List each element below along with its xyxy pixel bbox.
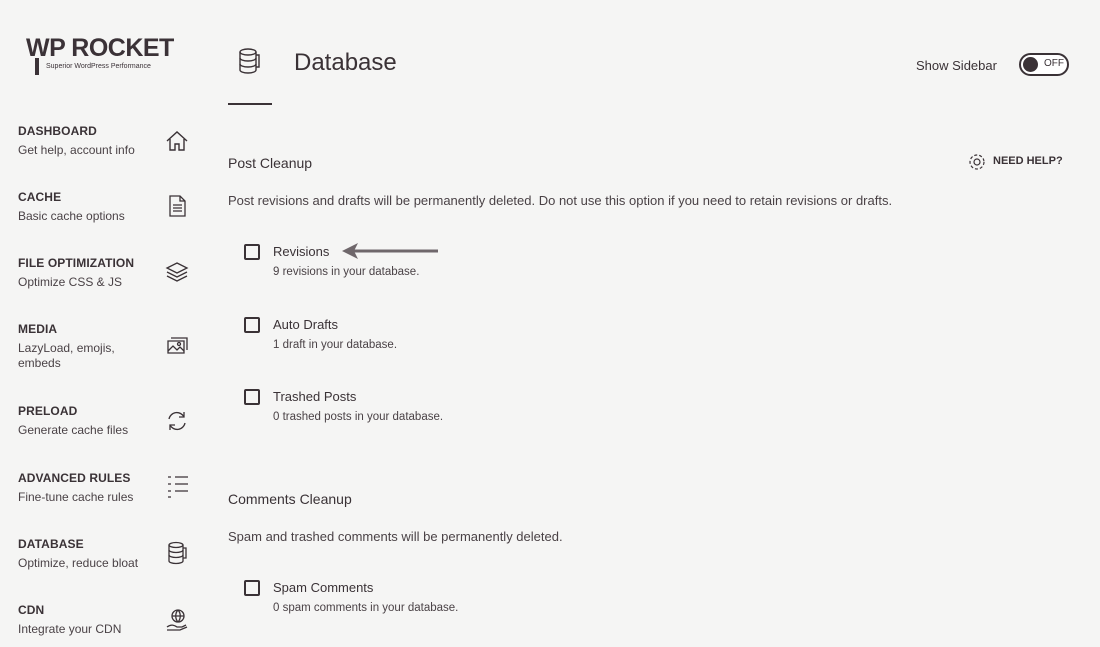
sidebar-item-title: PRELOAD — [18, 404, 78, 418]
option-label: Spam Comments — [273, 580, 374, 595]
globe-hand-icon — [166, 609, 188, 631]
sidebar-item-title: MEDIA — [18, 322, 58, 336]
toggle-state-label: OFF — [1044, 58, 1064, 69]
database-icon — [239, 48, 260, 74]
auto-drafts-checkbox[interactable] — [244, 317, 260, 333]
home-icon — [166, 131, 188, 151]
option-desc: 1 draft in your database. — [273, 339, 398, 351]
sidebar-item-title: ADVANCED RULES — [18, 471, 131, 485]
comments-cleanup-description: Spam and trashed comments will be perman… — [228, 529, 563, 544]
document-icon — [169, 195, 186, 217]
database-icon — [168, 541, 187, 565]
sidebar-item-advanced-rules[interactable]: ADVANCED RULES Fine-tune cache rules — [0, 471, 205, 529]
sidebar-item-preload[interactable]: PRELOAD Generate cache files — [0, 404, 205, 462]
sidebar-item-database[interactable]: DATABASE Optimize, reduce bloat — [0, 537, 205, 595]
sidebar-item-title: DATABASE — [18, 537, 84, 551]
sidebar-item-desc: Fine-tune cache rules — [18, 490, 134, 504]
sidebar-item-title: FILE OPTIMIZATION — [18, 256, 135, 270]
need-help-label: NEED HELP? — [993, 155, 1063, 167]
layers-icon — [165, 262, 189, 282]
show-sidebar-toggle[interactable]: OFF — [1019, 53, 1069, 76]
option-spam-comments: Spam Comments 0 spam comments in your da… — [244, 580, 744, 620]
title-underline — [228, 103, 272, 105]
option-desc: 0 trashed posts in your database. — [273, 411, 444, 423]
sidebar-item-title: DASHBOARD — [18, 124, 97, 138]
option-revisions: Revisions 9 revisions in your database. — [244, 244, 744, 284]
option-label: Revisions — [273, 244, 330, 259]
post-cleanup-description: Post revisions and drafts will be perman… — [228, 193, 893, 208]
option-label: Auto Drafts — [273, 317, 339, 332]
comments-cleanup-title: Comments Cleanup — [228, 491, 352, 507]
need-help-link[interactable]: NEED HELP? — [968, 153, 1068, 171]
trashed-posts-checkbox[interactable] — [244, 389, 260, 405]
option-label: Trashed Posts — [273, 389, 357, 404]
logo-tagline: Superior WordPress Performance — [46, 63, 151, 70]
sidebar-item-desc: Basic cache options — [18, 209, 125, 223]
option-desc: 0 spam comments in your database. — [273, 602, 459, 614]
option-trashed-posts: Trashed Posts 0 trashed posts in your da… — [244, 389, 744, 429]
list-icon — [168, 476, 188, 498]
revisions-checkbox[interactable] — [244, 244, 260, 260]
page-title: Database — [294, 49, 397, 76]
sidebar-item-cdn[interactable]: CDN Integrate your CDN — [0, 603, 205, 647]
spam-comments-checkbox[interactable] — [244, 580, 260, 596]
show-sidebar-label: Show Sidebar — [916, 58, 997, 73]
refresh-icon — [168, 411, 186, 431]
rocket-icon — [35, 58, 39, 75]
toggle-knob — [1023, 57, 1038, 72]
sidebar-item-desc: Optimize, reduce bloat — [18, 556, 139, 570]
logo-text: WP ROCKET — [26, 34, 174, 62]
sidebar-item-title: CACHE — [18, 190, 62, 204]
sidebar-item-desc: Optimize CSS & JS — [18, 275, 123, 289]
sidebar-item-title: CDN — [18, 603, 45, 617]
arrow-annotation — [342, 243, 438, 259]
sidebar-item-dashboard[interactable]: DASHBOARD Get help, account info — [0, 124, 205, 182]
image-icon — [167, 337, 188, 354]
sidebar-item-cache[interactable]: CACHE Basic cache options — [0, 190, 205, 248]
option-desc: 9 revisions in your database. — [273, 266, 420, 278]
sidebar-item-file-optimization[interactable]: FILE OPTIMIZATION Optimize CSS & JS — [0, 256, 205, 314]
sidebar: WP ROCKET Superior WordPress Performance… — [0, 0, 205, 647]
sidebar-item-desc: Get help, account info — [18, 143, 135, 157]
sidebar-item-media[interactable]: MEDIA LazyLoad, emojis, embeds — [0, 322, 205, 380]
sidebar-item-desc: LazyLoad, emojis, embeds — [18, 341, 115, 370]
option-auto-drafts: Auto Drafts 1 draft in your database. — [244, 317, 744, 357]
post-cleanup-title: Post Cleanup — [228, 155, 313, 171]
wp-rocket-logo[interactable]: WP ROCKET Superior WordPress Performance — [26, 36, 186, 80]
sidebar-item-desc: Integrate your CDN — [18, 622, 122, 636]
help-icon — [969, 154, 985, 170]
sidebar-item-desc: Generate cache files — [18, 423, 129, 437]
